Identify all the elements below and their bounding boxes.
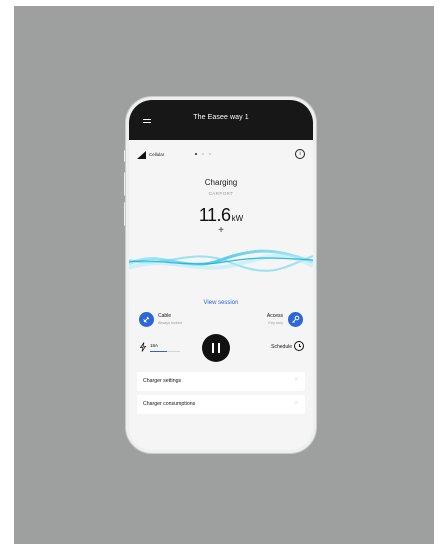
power-unit: kW xyxy=(231,214,244,223)
settings-list: Charger settings › Charger consumptions … xyxy=(137,372,305,418)
cable-access-row: Cable Always locked Access Key only xyxy=(137,310,305,330)
charger-location: CARPORT xyxy=(208,191,234,196)
charging-controls: 18A Schedule xyxy=(137,334,305,364)
page-indicator xyxy=(195,153,211,155)
access-label: Access xyxy=(266,313,283,319)
status-row: Cellular i xyxy=(137,149,305,162)
current-limit-label: 18A xyxy=(150,343,159,348)
phone-screen: The Easee way 1 Cellular i Charging CARP… xyxy=(126,97,316,453)
clock-icon[interactable] xyxy=(294,341,304,351)
charger-state: Charging xyxy=(204,178,238,187)
page-dot[interactable] xyxy=(202,153,204,155)
cable-sub-label: Always locked xyxy=(158,321,183,325)
power-readout: 11.6kW xyxy=(129,205,313,226)
cable-label: Cable xyxy=(158,313,172,319)
charging-wave-graphic xyxy=(129,249,313,272)
current-limit-fill xyxy=(150,351,167,352)
cable-lock-icon[interactable] xyxy=(139,312,154,327)
signal-icon xyxy=(137,151,146,159)
list-item-label: Charger settings xyxy=(143,378,182,384)
access-sub-label: Key only xyxy=(268,321,283,325)
view-session-link[interactable]: View session xyxy=(129,300,313,306)
top-bar: The Easee way 1 xyxy=(129,100,313,140)
pause-button[interactable] xyxy=(202,334,230,362)
lightning-icon xyxy=(139,342,147,352)
expand-button[interactable]: + xyxy=(129,225,313,236)
list-item-charger-settings[interactable]: Charger settings › xyxy=(137,372,305,391)
app-title: The Easee way 1 xyxy=(193,114,249,121)
key-icon[interactable] xyxy=(288,312,303,327)
current-limit-slider[interactable] xyxy=(150,351,180,352)
list-item-label: Charger consumptions xyxy=(143,401,196,407)
connection-label: Cellular xyxy=(149,152,165,157)
schedule-label[interactable]: Schedule xyxy=(271,344,292,350)
info-icon[interactable]: i xyxy=(295,149,305,159)
pause-icon xyxy=(212,343,214,353)
list-item-charger-consumptions[interactable]: Charger consumptions › xyxy=(137,395,305,414)
chevron-right-icon: › xyxy=(295,377,297,383)
chevron-right-icon: › xyxy=(295,400,297,406)
page-dot[interactable] xyxy=(209,153,211,155)
page-dot[interactable] xyxy=(195,153,197,155)
power-value: 11.6 xyxy=(198,205,231,225)
pause-icon xyxy=(218,343,220,353)
